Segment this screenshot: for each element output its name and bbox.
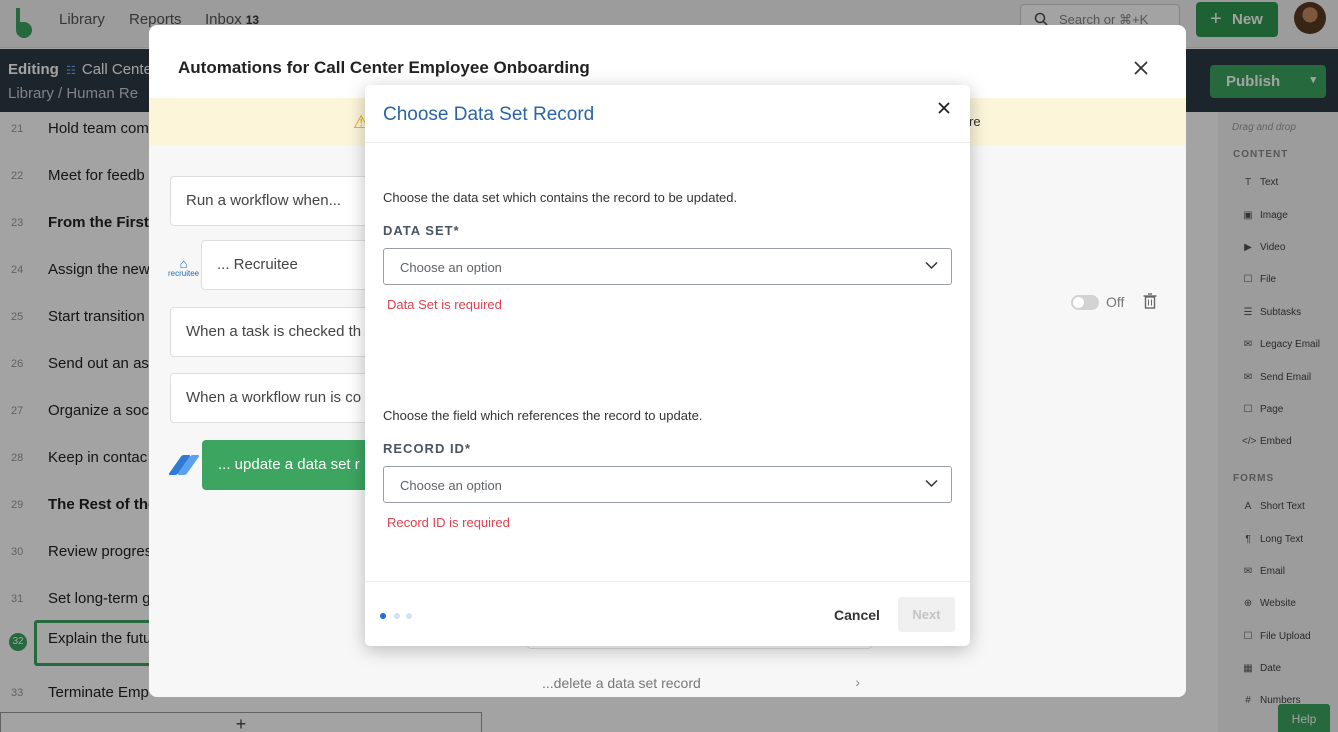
next-button[interactable]: Next <box>898 597 955 632</box>
chevron-down-icon <box>925 479 938 488</box>
modal-title: Choose Data Set Record <box>383 104 595 125</box>
choose-record-modal: Choose Data Set Record Choose the data s… <box>365 85 970 646</box>
update-data-set-label: ... update a data set r <box>218 456 360 473</box>
step-dot <box>406 613 412 619</box>
record-id-label: RECORD ID* <box>383 441 472 456</box>
delete-record-action[interactable]: ...delete a data set record › <box>527 670 872 696</box>
record-description: Choose the field which references the re… <box>383 408 703 423</box>
modal-header: Choose Data Set Record <box>365 85 970 143</box>
trash-icon[interactable] <box>1143 293 1157 309</box>
dataset-placeholder: Choose an option <box>400 260 502 275</box>
recruitee-label: ... Recruitee <box>217 256 298 273</box>
warning-text: re <box>969 114 981 129</box>
record-id-select[interactable]: Choose an option <box>383 466 952 503</box>
step-dot <box>394 613 400 619</box>
record-id-placeholder: Choose an option <box>400 478 502 493</box>
automation-toggle[interactable] <box>1071 295 1099 310</box>
record-id-error: Record ID is required <box>387 515 510 530</box>
chevron-right-icon: › <box>855 674 860 690</box>
automations-title: Automations for Call Center Employee Onb… <box>178 58 590 77</box>
close-icon[interactable] <box>1134 61 1148 75</box>
delete-record-label: ...delete a data set record <box>542 675 701 691</box>
trigger-label: Run a workflow when... <box>186 192 342 209</box>
recruitee-logo: ⌂ recruitee <box>168 256 200 278</box>
dataset-error: Data Set is required <box>387 297 502 312</box>
chevron-down-icon <box>925 261 938 270</box>
recruitee-logo-text: recruitee <box>168 269 200 278</box>
task-checked-label: When a task is checked th <box>186 323 362 340</box>
data-set-stripes-icon <box>167 455 201 475</box>
workflow-run-label: When a workflow run is co <box>186 389 362 406</box>
toggle-label: Off <box>1106 294 1125 310</box>
modal-footer: Cancel Next <box>365 581 970 646</box>
recruitee-roof-icon: ⌂ <box>179 256 188 271</box>
step-dot-active <box>380 613 386 619</box>
dataset-select[interactable]: Choose an option <box>383 248 952 285</box>
close-icon[interactable] <box>935 99 953 117</box>
cancel-button[interactable]: Cancel <box>834 607 880 623</box>
dataset-description: Choose the data set which contains the r… <box>383 190 738 205</box>
dataset-label: DATA SET* <box>383 223 460 238</box>
